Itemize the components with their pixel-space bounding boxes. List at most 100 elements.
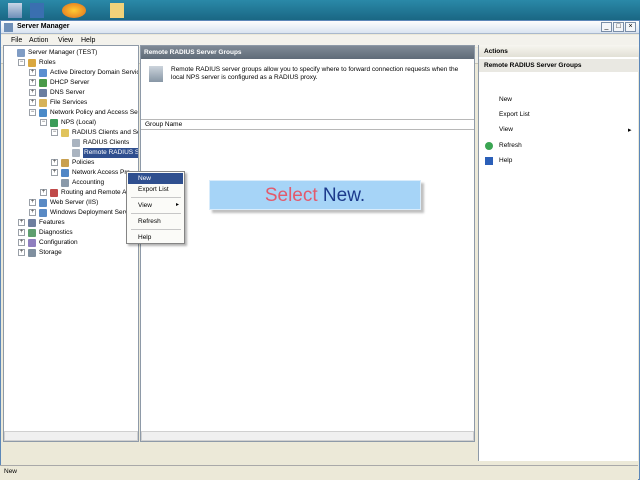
tree-node-label[interactable]: Accounting (72, 178, 104, 188)
tree-node-label[interactable]: Roles (39, 58, 56, 68)
expander-icon[interactable]: + (29, 79, 36, 86)
tree-node-label[interactable]: NPS (Local) (61, 118, 96, 128)
firefox-icon[interactable] (62, 3, 86, 18)
instruction-callout: Select New. (209, 180, 421, 210)
expander-icon[interactable]: − (18, 59, 25, 66)
expander-icon[interactable]: + (40, 189, 47, 196)
action-help[interactable]: Help (499, 157, 512, 164)
expander-icon[interactable]: + (51, 159, 58, 166)
menu-separator (131, 213, 181, 214)
tree-node-icon (28, 219, 36, 227)
tree-node-label[interactable]: File Services (50, 98, 87, 108)
tree-node-label[interactable]: Windows Deployment Servic (50, 208, 133, 218)
tree-node-label[interactable]: Web Server (IIS) (50, 198, 98, 208)
action-export-list[interactable]: Export List (499, 111, 530, 118)
tree-node-icon (28, 59, 36, 67)
server-group-icon (149, 66, 163, 82)
context-menu-view[interactable]: View (128, 200, 183, 211)
window-title: Server Manager (17, 23, 70, 30)
menu-help[interactable]: Help (81, 37, 95, 44)
tree-node-label[interactable]: RADIUS Clients (83, 138, 129, 148)
navigation-tree: Server Manager (TEST) − Roles + Active Direc… (3, 45, 139, 442)
action-view[interactable]: View (499, 126, 513, 133)
tree-node-label[interactable]: Features (39, 218, 65, 228)
tree-node-label[interactable]: DNS Server (50, 88, 85, 98)
actions-section-title[interactable]: Remote RADIUS Server Groups (479, 59, 639, 72)
callout-suffix: . (359, 185, 366, 206)
minimize-button[interactable]: _ (601, 22, 612, 32)
column-header-group-name[interactable]: Group Name (141, 119, 474, 130)
help-book-icon (485, 157, 493, 165)
tree-node-label[interactable]: Active Directory Domain Servic (50, 68, 138, 78)
callout-prefix: Select (264, 185, 323, 206)
center-horizontal-scrollbar[interactable] (141, 431, 474, 441)
menu-view[interactable]: View (58, 37, 73, 44)
server-manager-icon[interactable] (8, 3, 22, 18)
action-new[interactable]: New (499, 96, 512, 103)
submenu-arrow-icon: ▸ (176, 202, 180, 208)
tree-node-label[interactable]: Configuration (39, 238, 78, 248)
app-icon (4, 23, 13, 32)
tree-node-icon (61, 179, 69, 187)
tree-node-label[interactable]: Routing and Remote Ac (61, 188, 130, 198)
actions-header: Actions (479, 45, 639, 57)
refresh-icon (485, 142, 493, 150)
action-refresh[interactable]: Refresh (499, 142, 522, 149)
tree-node-label[interactable]: RADIUS Clients and Ser (72, 128, 138, 138)
tree-node-icon (28, 239, 36, 247)
tree-horizontal-scrollbar[interactable] (4, 431, 138, 441)
expander-icon[interactable]: + (18, 239, 25, 246)
tree-node-icon (28, 249, 36, 257)
tree-node-icon (50, 119, 58, 127)
folder-icon[interactable] (110, 3, 124, 18)
context-menu-export-list[interactable]: Export List (128, 184, 183, 195)
expander-icon[interactable]: − (51, 129, 58, 136)
context-menu: New Export List View ▸ Refresh Help (126, 171, 185, 244)
powershell-icon[interactable] (30, 3, 44, 18)
tree-node-label[interactable]: Network Policy and Access Serv (50, 108, 138, 118)
tree-node-label[interactable]: Network Access Pro (72, 168, 130, 178)
context-menu-new[interactable]: New (128, 173, 183, 184)
status-bar: New (0, 465, 638, 480)
expander-icon[interactable]: − (29, 109, 36, 116)
tree-node-icon (39, 69, 47, 77)
expander-icon[interactable]: − (40, 119, 47, 126)
expander-icon[interactable]: + (18, 219, 25, 226)
callout-emphasis: New (322, 185, 360, 206)
tree-node-icon (39, 99, 47, 107)
tree-node-label[interactable]: DHCP Server (50, 78, 89, 88)
expander-icon[interactable]: + (29, 99, 36, 106)
tree-node-icon (17, 49, 25, 57)
tree-node-label[interactable]: Remote RADIUS Se (83, 148, 138, 158)
expander-icon[interactable]: + (29, 89, 36, 96)
expander-icon[interactable]: + (18, 229, 25, 236)
submenu-arrow-icon: ▸ (628, 127, 632, 134)
tree-node-icon (39, 109, 47, 117)
tree-node-icon (72, 149, 80, 157)
maximize-button[interactable]: □ (613, 22, 624, 32)
expander-icon[interactable]: + (51, 169, 58, 176)
expander-icon[interactable]: + (29, 199, 36, 206)
expander-icon[interactable]: + (18, 249, 25, 256)
tree-node-icon (61, 129, 69, 137)
tree-node-icon (28, 229, 36, 237)
context-menu-help[interactable]: Help (128, 232, 183, 243)
tree-node-label[interactable]: Policies (72, 158, 94, 168)
tree-node-icon (61, 159, 69, 167)
expander-icon[interactable]: + (29, 209, 36, 216)
menu-file[interactable]: File (11, 37, 22, 44)
menu-action[interactable]: Action (29, 37, 48, 44)
tree-node-icon (39, 199, 47, 207)
expander-icon[interactable]: + (29, 69, 36, 76)
menu-separator (131, 229, 181, 230)
tree-node-icon (39, 209, 47, 217)
tree-node-label[interactable]: Storage (39, 248, 62, 258)
close-button[interactable]: × (625, 22, 636, 32)
title-bar: Server Manager _ □ × (1, 21, 639, 34)
tree-node-label[interactable]: Diagnostics (39, 228, 73, 238)
actions-pane: Actions Remote RADIUS Server Groups New … (478, 45, 639, 461)
context-menu-refresh[interactable]: Refresh (128, 216, 183, 227)
center-pane-header: Remote RADIUS Server Groups (141, 46, 474, 59)
tree-node-label[interactable]: Server Manager (TEST) (28, 48, 97, 58)
tree-node-icon (50, 189, 58, 197)
